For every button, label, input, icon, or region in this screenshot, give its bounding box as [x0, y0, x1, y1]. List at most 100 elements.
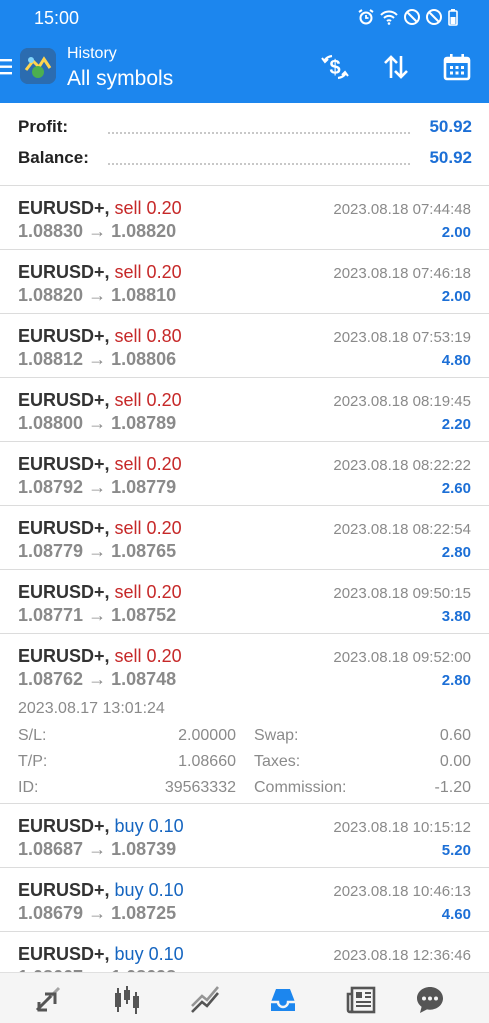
- trade-icon: [191, 986, 219, 1013]
- taxes-label: Taxes:: [254, 753, 301, 770]
- detail-row: T/P: 1.08660 Taxes: 0.00: [18, 753, 471, 773]
- svg-text:$: $: [329, 57, 340, 79]
- deal-prices: 1.08762 → 1.08748: [18, 669, 177, 689]
- deal-row[interactable]: EURUSD+, sell 0.20 1.08762 → 1.08748 2023.…: [0, 634, 489, 804]
- deal-type: buy 0.10: [114, 880, 184, 900]
- deal-type: buy 0.10: [114, 816, 184, 836]
- history-icon: [271, 989, 295, 1011]
- deal-time: 2023.08.18 08:22:22: [333, 457, 471, 474]
- chart-icon: [115, 986, 139, 1014]
- deal-type: sell 0.20: [114, 454, 182, 474]
- detail-row: S/L: 2.00000 Swap: 0.60: [18, 727, 471, 747]
- deal-type: sell 0.20: [114, 518, 182, 538]
- deal-time: 2023.08.18 08:22:54: [333, 521, 471, 538]
- swap-value: 0.60: [439, 727, 471, 744]
- deal-type: sell 0.80: [114, 326, 182, 346]
- deal-row[interactable]: EURUSD+, sell 0.20 1.08820 → 1.08810 2023.…: [0, 250, 489, 314]
- id-label: ID:: [18, 779, 39, 796]
- deal-symbol-name: EURUSD+,: [18, 454, 110, 474]
- deal-symbol-name: EURUSD+,: [18, 198, 110, 218]
- profit-label: Profit:: [18, 117, 69, 136]
- deal-prices: 1.08812 → 1.08806: [18, 349, 177, 369]
- deal-symbol: EURUSD+, sell 0.20: [18, 582, 182, 603]
- deal-symbol-name: EURUSD+,: [18, 880, 110, 900]
- currency-exchange-icon: $: [321, 54, 349, 80]
- nav-chat[interactable]: [413, 983, 447, 1017]
- nav-quotes[interactable]: [32, 983, 66, 1017]
- balance-row: Balance: 50.92: [18, 148, 472, 172]
- deal-profit: 2.00: [441, 224, 471, 241]
- deal-open-time: 2023.08.17 13:01:24: [18, 700, 165, 717]
- deal-symbol: EURUSD+, sell 0.20: [18, 390, 182, 411]
- deal-time: 2023.08.18 07:46:18: [333, 265, 471, 282]
- deal-type: buy 0.10: [114, 944, 184, 964]
- deal-profit: 3.80: [441, 608, 471, 625]
- deal-symbol-name: EURUSD+,: [18, 518, 110, 538]
- app-header: 15:00 History All symbols $: [0, 0, 489, 103]
- deal-time: 2023.08.18 09:52:00: [333, 649, 471, 666]
- news-icon: [346, 986, 376, 1014]
- deal-row[interactable]: EURUSD+, sell 0.80 1.08812 → 1.08806 2023.…: [0, 314, 489, 378]
- deal-prices: 1.08820 → 1.08810: [18, 285, 177, 305]
- currency-exchange-button[interactable]: $: [318, 50, 352, 84]
- balance-label: Balance:: [18, 148, 89, 167]
- deal-row[interactable]: EURUSD+, buy 0.10 1.08687 → 1.08739 2023.0…: [0, 804, 489, 868]
- header-caption: History: [67, 45, 117, 62]
- deal-profit: 2.00: [441, 288, 471, 305]
- status-time: 15:00: [34, 8, 80, 28]
- nav-history[interactable]: [266, 983, 300, 1017]
- deal-symbol-name: EURUSD+,: [18, 390, 110, 410]
- deal-row[interactable]: EURUSD+, sell 0.20 1.08792 → 1.08779 2023.…: [0, 442, 489, 506]
- deal-prices: 1.08771 → 1.08752: [18, 605, 177, 625]
- page-title[interactable]: All symbols: [67, 67, 173, 91]
- deal-time: 2023.08.18 10:46:13: [333, 883, 471, 900]
- wifi-icon: [380, 10, 398, 25]
- profit-value: 50.92: [429, 117, 472, 136]
- calendar-button[interactable]: [440, 50, 474, 84]
- deal-row[interactable]: EURUSD+, sell 0.20 1.08771 → 1.08752 2023.…: [0, 570, 489, 634]
- deal-symbol: EURUSD+, sell 0.80: [18, 326, 182, 347]
- profit-leader: [108, 132, 410, 134]
- battery-icon: [448, 9, 458, 26]
- deal-row[interactable]: EURUSD+, sell 0.20 1.08800 → 1.08789 2023.…: [0, 378, 489, 442]
- deal-profit: 4.80: [441, 352, 471, 369]
- deal-profit: 2.60: [441, 480, 471, 497]
- deal-symbol: EURUSD+, sell 0.20: [18, 646, 182, 667]
- deal-time: 2023.08.18 12:36:46: [333, 947, 471, 964]
- deal-symbol-name: EURUSD+,: [18, 262, 110, 282]
- deal-type: sell 0.20: [114, 262, 182, 282]
- nav-trade[interactable]: [188, 983, 222, 1017]
- quotes-icon: [35, 986, 61, 1012]
- app-logo-icon: [20, 48, 56, 84]
- bottom-nav: [0, 972, 489, 1023]
- deal-time: 2023.08.18 07:44:48: [333, 201, 471, 218]
- alarm-icon: [358, 9, 374, 25]
- nav-news[interactable]: [344, 983, 378, 1017]
- dnd-icon: [404, 9, 420, 25]
- deal-time: 2023.08.18 09:50:15: [333, 585, 471, 602]
- deal-row[interactable]: EURUSD+, buy 0.10 1.08679 → 1.08725 2023.0…: [0, 868, 489, 932]
- deal-row[interactable]: EURUSD+, sell 0.20 1.08830 → 1.08820 2023.…: [0, 186, 489, 250]
- deal-row[interactable]: EURUSD+, sell 0.20 1.08779 → 1.08765 2023.…: [0, 506, 489, 570]
- calendar-icon: [443, 54, 471, 81]
- deal-time: 2023.08.18 08:19:45: [333, 393, 471, 410]
- nav-chart[interactable]: [110, 983, 144, 1017]
- deal-profit: 4.60: [441, 906, 471, 923]
- tp-label: T/P:: [18, 753, 48, 770]
- menu-icon[interactable]: [0, 57, 14, 77]
- deal-symbol: EURUSD+, buy 0.10: [18, 816, 184, 837]
- deal-symbol-name: EURUSD+,: [18, 816, 110, 836]
- deal-symbol: EURUSD+, sell 0.20: [18, 262, 182, 283]
- deal-prices: 1.08687 → 1.08739: [18, 839, 177, 859]
- deal-type: sell 0.20: [114, 646, 182, 666]
- sort-button[interactable]: [379, 50, 413, 84]
- deal-type: sell 0.20: [114, 198, 182, 218]
- commission-value: -1.20: [434, 779, 471, 796]
- deal-symbol: EURUSD+, sell 0.20: [18, 198, 182, 219]
- deal-profit: 2.80: [441, 672, 471, 689]
- id-value: 39563332: [164, 779, 236, 796]
- deal-type: sell 0.20: [114, 390, 182, 410]
- deal-symbol: EURUSD+, sell 0.20: [18, 518, 182, 539]
- deal-profit: 2.80: [441, 544, 471, 561]
- deal-type: sell 0.20: [114, 582, 182, 602]
